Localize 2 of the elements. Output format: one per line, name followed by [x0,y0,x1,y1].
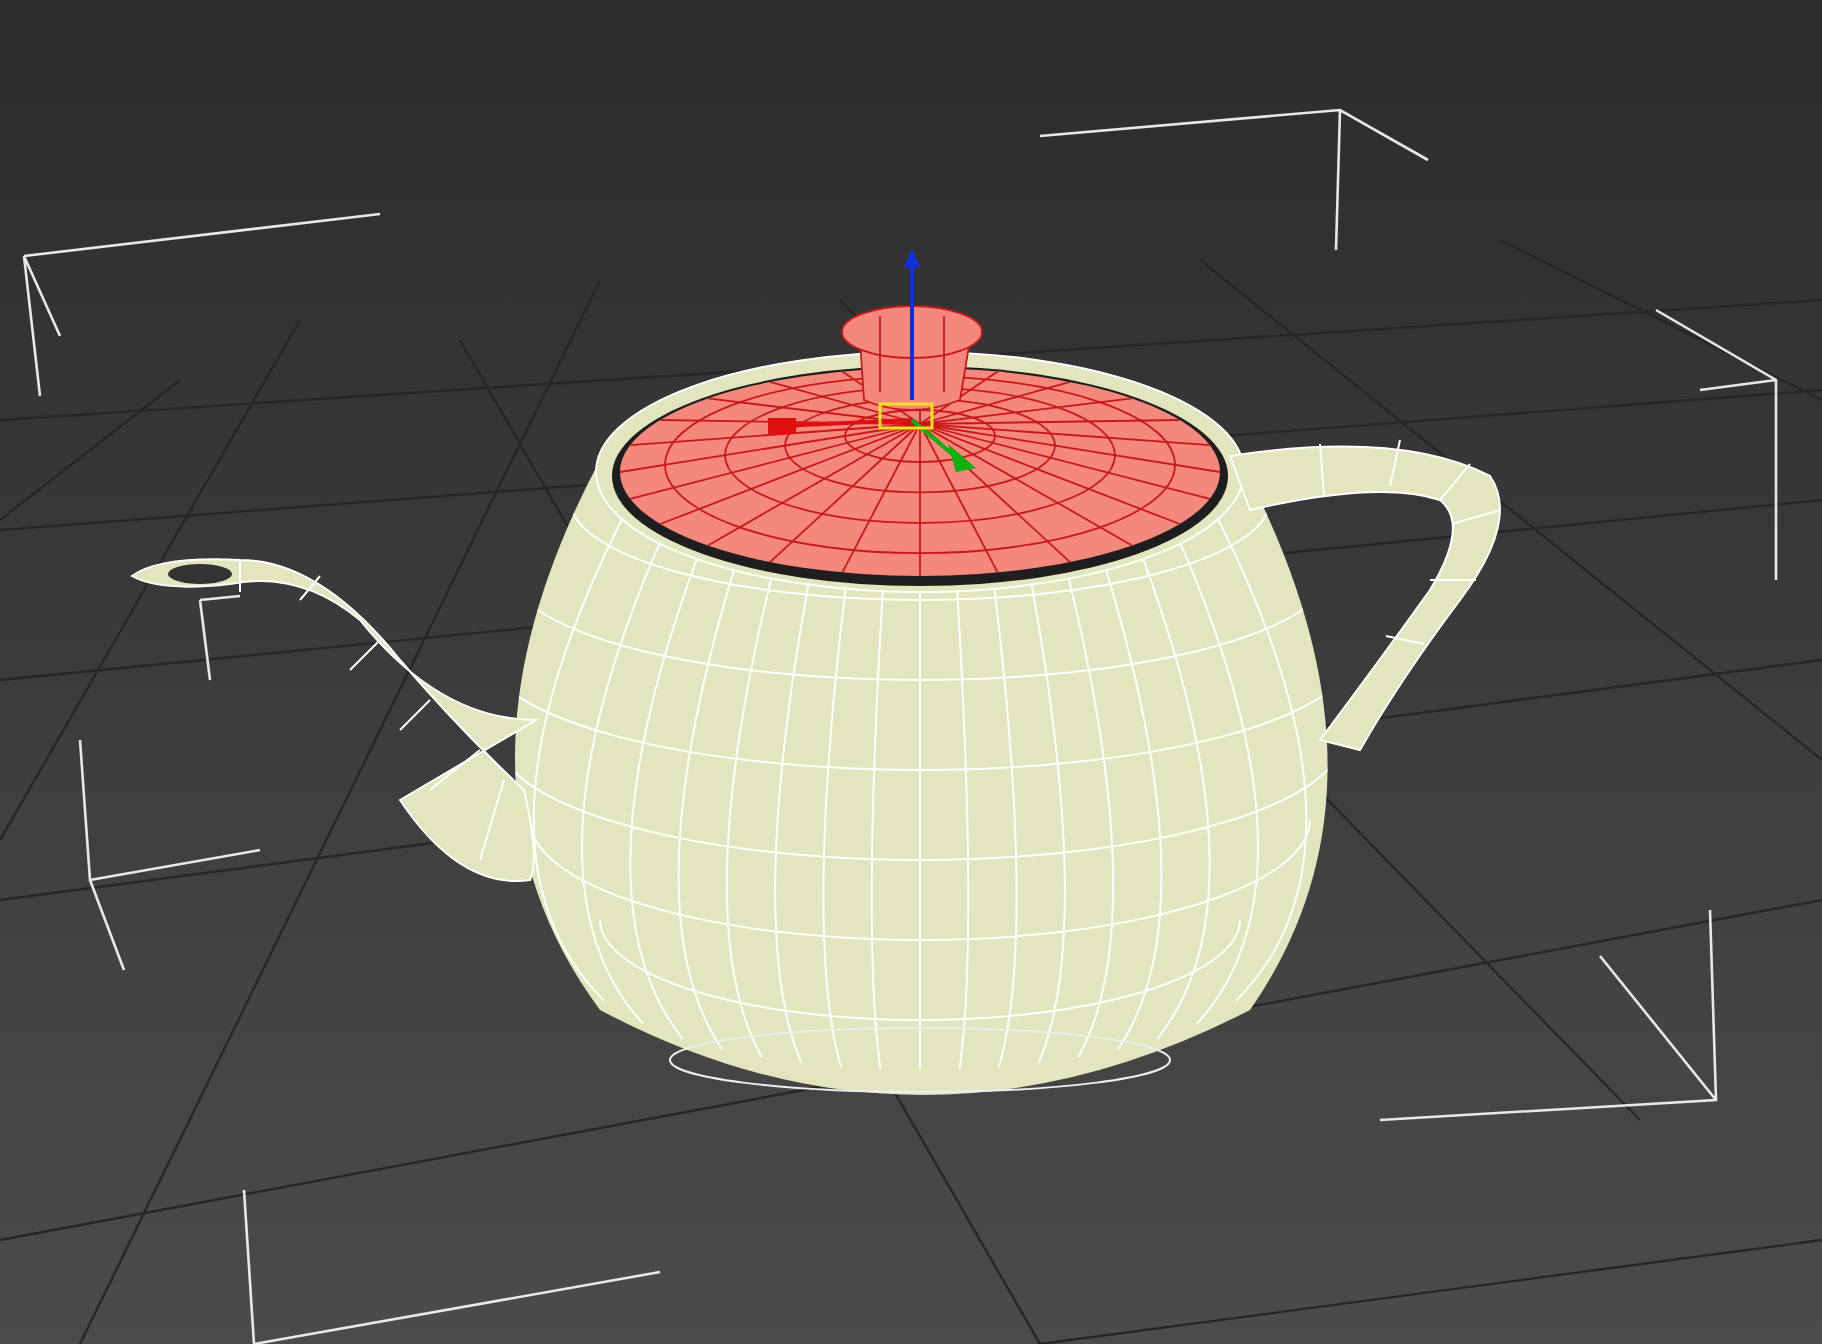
bounding-bracket [198,594,242,682]
transform-gizmo-icon [768,248,976,472]
